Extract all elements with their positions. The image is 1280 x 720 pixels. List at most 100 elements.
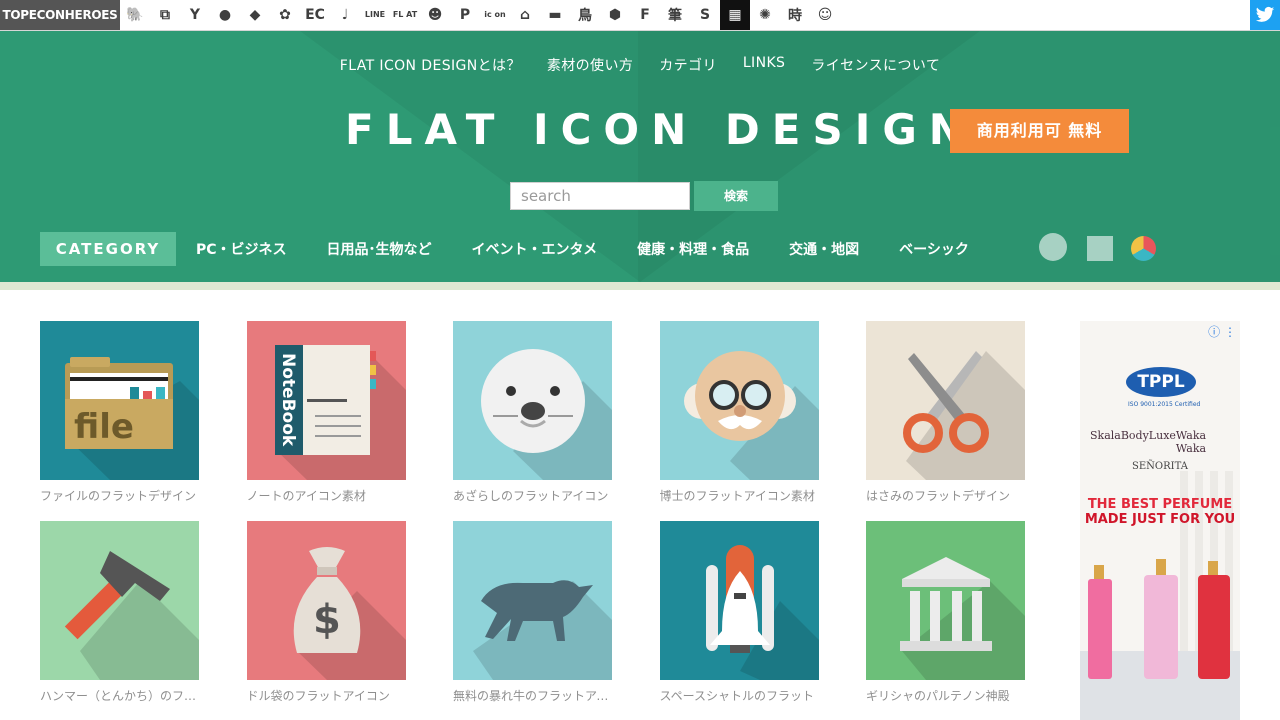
building-icon-label: ⌂ (519, 7, 531, 23)
square-style-icon[interactable] (1087, 236, 1113, 261)
grid-icon[interactable]: ▦ (720, 0, 750, 30)
main-nav: FLAT ICON DESIGNとは？ 素材の使い方 カテゴリ LINKS ライ… (0, 55, 1280, 75)
burst-icon[interactable]: ✺ (750, 0, 780, 30)
category-list: PC・ビジネス 日用品･生物など イベント・エンタメ 健康・料理・食品 交通・地… (196, 232, 969, 266)
font-f-icon[interactable]: F (630, 0, 660, 30)
brush-kanji-icon[interactable]: 筆 (660, 0, 690, 30)
category-item-daily-goods[interactable]: 日用品･生物など (327, 239, 432, 259)
icon-caption[interactable]: スペースシャトルのフラット (660, 687, 819, 704)
category-item-traffic-map[interactable]: 交通・地図 (789, 239, 859, 259)
ad-brand: Skala (1090, 429, 1121, 442)
icon-caption[interactable]: 無料の暴れ牛のフラットアイコン (453, 687, 612, 704)
building-icon[interactable]: ⌂ (510, 0, 540, 30)
icon-thumbnail[interactable] (866, 321, 1025, 480)
circle-style-icon[interactable] (1039, 233, 1067, 261)
icon-card[interactable]: $ ドル袋のフラットアイコン (246, 521, 406, 704)
icon-caption[interactable]: あざらしのフラットアイコン (453, 487, 612, 504)
category-item-event[interactable]: イベント・エンタメ (472, 239, 598, 259)
icon-caption[interactable]: ギリシャのパルテノン神殿 (866, 687, 1025, 704)
smiley-icon[interactable]: ☻ (420, 0, 450, 30)
icon-caption[interactable]: 博士のフラットアイコン素材 (660, 487, 819, 504)
ad-headline: THE BEST PERFUME MADE JUST FOR YOU (1080, 497, 1240, 527)
icon-card[interactable]: ハンマー（とんかち）のフラット (40, 521, 199, 704)
icon-card[interactable]: スペースシャトルのフラット (659, 521, 819, 704)
ad-headline-line1: THE BEST PERFUME (1087, 497, 1233, 512)
person-icon-label: Y (189, 7, 201, 23)
girl-face-icon[interactable]: ☺ (810, 0, 840, 30)
parking-icon-label: P (459, 7, 471, 23)
topeconheroes-logo[interactable]: TOPECONHEROES (0, 0, 120, 30)
sofa-icon-label: ▬ (548, 7, 562, 23)
icon-thumbnail[interactable] (659, 321, 819, 480)
icon-card[interactable]: NoteBook ノートのアイコン素材 (246, 321, 406, 504)
ec-icon[interactable]: EC (300, 0, 330, 30)
svg-text:NoteBook: NoteBook (278, 353, 298, 447)
grid-icon-label: ▦ (728, 7, 742, 23)
ad-info-icon[interactable]: ⓘ ⋮ (1208, 323, 1236, 340)
icon-thumbnail[interactable]: file (40, 321, 199, 480)
site-header: FLAT ICON DESIGNとは？ 素材の使い方 カテゴリ LINKS ライ… (0, 31, 1280, 282)
copy-icon[interactable]: ⧉ (150, 0, 180, 30)
icon-thumbnail[interactable] (659, 521, 819, 680)
category-item-pc-business[interactable]: PC・ビジネス (196, 239, 287, 259)
speech-bubble-icon[interactable]: ● (210, 0, 240, 30)
time-kanji-icon[interactable]: 時 (780, 0, 810, 30)
free-commercial-badge: 商用利用可 無料 (950, 109, 1129, 153)
bird-kanji-icon[interactable]: 鳥 (570, 0, 600, 30)
category-item-basic[interactable]: ベーシック (899, 239, 969, 259)
search-input[interactable] (510, 182, 690, 210)
nav-category[interactable]: カテゴリ (659, 55, 717, 75)
icon-card[interactable]: はさみのフラットデザイン (866, 321, 1025, 504)
icon-card[interactable]: 無料の暴れ牛のフラットアイコン (453, 521, 612, 704)
ad-banner[interactable]: ⓘ ⋮ TPPL ISO 9001:2015 Certified Skala B… (1080, 321, 1240, 720)
s-icon[interactable]: S (690, 0, 720, 30)
parking-icon[interactable]: P (450, 0, 480, 30)
nav-usage[interactable]: 素材の使い方 (547, 55, 633, 75)
ad-brand: Waka Waka (1175, 429, 1207, 455)
icon-card[interactable]: file ファイルのフラットデザイン (40, 321, 199, 504)
icon-thumbnail[interactable] (453, 521, 612, 680)
icon-caption[interactable]: ファイルのフラットデザイン (40, 487, 199, 504)
hexagon-icon[interactable]: ⬢ (600, 0, 630, 30)
brush-kanji-icon-label: 筆 (668, 8, 682, 24)
icon-card[interactable]: 博士のフラットアイコン素材 (659, 321, 819, 504)
icon-caption[interactable]: はさみのフラットデザイン (866, 487, 1025, 504)
tag-icon[interactable]: ◆ (240, 0, 270, 30)
girl-face-icon-label: ☺ (817, 7, 833, 23)
ad-brand-senorita: SEÑORITA (1132, 461, 1188, 472)
nav-license[interactable]: ライセンスについて (811, 55, 940, 75)
ad-brand: BodyLuxe (1120, 429, 1176, 442)
nav-links[interactable]: LINKS (743, 55, 785, 75)
flower-icon[interactable]: ✿ (270, 0, 300, 30)
nav-about[interactable]: FLAT ICON DESIGNとは？ (340, 55, 521, 75)
icon-card[interactable]: あざらしのフラットアイコン (453, 321, 612, 504)
category-item-health-food[interactable]: 健康・料理・食品 (637, 239, 749, 259)
twitter-icon[interactable] (1250, 0, 1280, 30)
person-icon[interactable]: Y (180, 0, 210, 30)
icon-thumbnail[interactable]: $ (246, 521, 406, 680)
svg-text:file: file (74, 407, 134, 447)
flat-icon[interactable]: FL AT (390, 0, 420, 30)
category-bar: CATEGORY PC・ビジネス 日用品･生物など イベント・エンタメ 健康・料… (40, 232, 1240, 266)
icon-thumbnail[interactable]: NoteBook (246, 321, 406, 480)
icon-caption[interactable]: ハンマー（とんかち）のフラット (40, 687, 199, 704)
icon-caption[interactable]: ドル袋のフラットアイコン (247, 687, 406, 704)
animal-icon-label: 🐘 (126, 7, 144, 23)
icon-text-icon[interactable]: ic on (480, 0, 510, 30)
icon-card[interactable]: ギリシャのパルテノン神殿 (866, 521, 1025, 704)
icon-thumbnail[interactable] (40, 521, 199, 680)
partner-site-icons: 🐘 ⧉ Y ● ◆ ✿ EC ♩ LINE FL AT ☻ Pic on ⌂ ▬ 鳥 ⬢ F 筆 S ▦ ✺ 時 ☺ (120, 0, 840, 30)
icon-thumbnail[interactable] (453, 321, 612, 480)
line-icon[interactable]: LINE (360, 0, 390, 30)
search-button[interactable]: 検索 (694, 181, 778, 211)
ad-brands: Skala BodyLuxe Waka Waka (1090, 429, 1230, 455)
sofa-icon[interactable]: ▬ (540, 0, 570, 30)
copy-icon-label: ⧉ (160, 7, 170, 23)
music-note-icon[interactable]: ♩ (330, 0, 360, 30)
partner-bar: TOPECONHEROES 🐘 ⧉ Y ● ◆ ✿ EC ♩ LINE FL AT ☻ Pic on ⌂… (0, 0, 1280, 31)
icon-thumbnail[interactable] (866, 521, 1025, 680)
icon-caption[interactable]: ノートのアイコン素材 (247, 487, 406, 504)
animal-icon[interactable]: 🐘 (120, 0, 150, 30)
site-logo[interactable]: FLAT ICON DESIGN (345, 105, 976, 154)
color-style-icon[interactable] (1131, 236, 1156, 261)
